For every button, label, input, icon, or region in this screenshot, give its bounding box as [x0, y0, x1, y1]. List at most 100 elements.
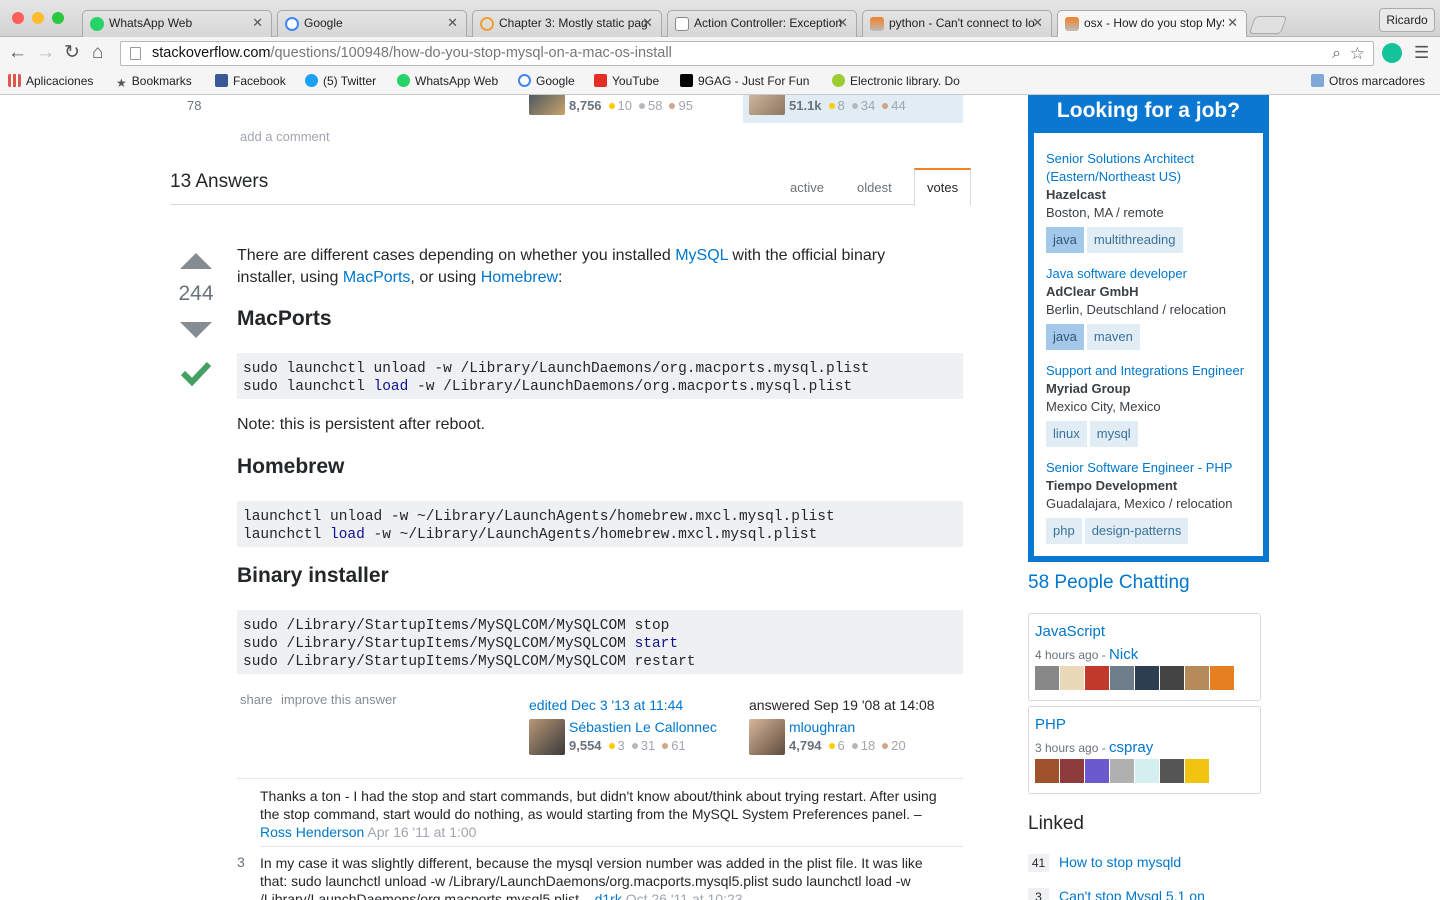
comment-score: 78	[187, 98, 202, 113]
tab-oldest[interactable]: oldest	[857, 180, 892, 195]
tag[interactable]: php	[1046, 518, 1082, 544]
tag[interactable]: design-patterns	[1084, 518, 1189, 544]
tag[interactable]: maven	[1086, 324, 1140, 350]
other-bookmarks[interactable]: Otros marcadores	[1311, 74, 1425, 89]
code-block: sudo /Library/StartupItems/MySQLCOM/MySQ…	[237, 610, 963, 674]
job-title-link[interactable]: Java software developer	[1046, 266, 1187, 281]
back-icon[interactable]: ←	[8, 43, 27, 63]
bookmark-item[interactable]: Aplicaciones	[8, 74, 93, 89]
job-title-link[interactable]: Support and Integrations Engineer	[1046, 363, 1244, 378]
forward-icon[interactable]: →	[36, 43, 55, 63]
chat-room-link[interactable]: PHP	[1035, 716, 1066, 733]
divider	[170, 204, 970, 205]
mysql-link[interactable]: MySQL	[675, 247, 728, 264]
bookmark-item[interactable]: WhatsApp Web	[397, 74, 498, 89]
bookmark-item[interactable]: Google	[518, 74, 575, 89]
close-tab-icon[interactable]: ✕	[447, 15, 458, 31]
home-icon[interactable]: ⌂	[92, 43, 103, 63]
avatar[interactable]	[1210, 666, 1234, 690]
tag[interactable]: java	[1046, 227, 1084, 253]
improve-answer-link[interactable]: improve this answer	[281, 692, 397, 707]
add-comment-link[interactable]: add a comment	[240, 129, 330, 144]
bookmark-item[interactable]: Facebook	[215, 74, 286, 89]
grammarly-extension-icon[interactable]	[1382, 43, 1402, 63]
linked-question[interactable]: 41 How to stop mysqld	[1028, 854, 1181, 872]
avatar[interactable]	[1185, 666, 1209, 690]
close-tab-icon[interactable]: ✕	[1227, 15, 1238, 31]
close-tab-icon[interactable]: ✕	[837, 15, 848, 31]
tag[interactable]: java	[1046, 324, 1084, 350]
avatar[interactable]	[529, 95, 565, 115]
job-title-link[interactable]: Senior Software Engineer - PHP	[1046, 460, 1232, 475]
avatar[interactable]	[1035, 666, 1059, 690]
author-name-link[interactable]: mloughran	[789, 719, 855, 735]
avatar[interactable]	[1085, 666, 1109, 690]
chat-room-link[interactable]: JavaScript	[1035, 623, 1105, 640]
chat-user-link[interactable]: cspray	[1109, 739, 1153, 756]
avatar[interactable]	[1060, 666, 1084, 690]
note-text: Note: this is persistent after reboot.	[237, 416, 486, 433]
comment-user-link[interactable]: Ross Henderson	[260, 824, 364, 840]
chat-room[interactable]: JavaScript 4 hours ago - Nick	[1028, 613, 1261, 701]
bookmark-item[interactable]: Electronic library. Do	[832, 74, 964, 89]
avatar[interactable]	[1135, 666, 1159, 690]
chat-room[interactable]: PHP 3 hours ago - cspray	[1028, 706, 1261, 794]
browser-tab[interactable]: Google ✕	[277, 10, 467, 37]
linked-question[interactable]: 3 Can't stop Mysql 5.1 on	[1028, 888, 1205, 900]
macports-link[interactable]: MacPorts	[343, 269, 411, 286]
close-window-button[interactable]	[12, 12, 24, 24]
profile-button[interactable]: Ricardo	[1379, 8, 1435, 32]
homebrew-link[interactable]: Homebrew	[481, 269, 558, 286]
avatar[interactable]	[1110, 666, 1134, 690]
chat-title-link[interactable]: 58 People Chatting	[1028, 572, 1190, 594]
new-tab-button[interactable]	[1248, 16, 1288, 34]
close-tab-icon[interactable]: ✕	[1032, 15, 1043, 31]
avatar[interactable]	[1135, 759, 1159, 783]
comment: Thanks a ton - I had the stop and start …	[260, 788, 937, 840]
job-title-link[interactable]: Senior Solutions Architect (Eastern/Nort…	[1046, 151, 1194, 184]
zoom-window-button[interactable]	[52, 12, 64, 24]
tab-votes-label[interactable]: votes	[927, 180, 958, 195]
avatar[interactable]	[749, 95, 785, 115]
address-bar[interactable]: stackoverflow.com/questions/100948/how-d…	[120, 41, 1374, 66]
section-heading: Binary installer	[237, 564, 389, 587]
avatar[interactable]	[1110, 759, 1134, 783]
avatar[interactable]	[1085, 759, 1109, 783]
browser-tab[interactable]: python - Can't connect to lo ✕	[862, 10, 1052, 37]
avatar[interactable]	[749, 719, 785, 755]
close-tab-icon[interactable]: ✕	[252, 15, 263, 31]
menu-icon[interactable]: ☰	[1414, 43, 1429, 63]
bookmark-item[interactable]: (5) Twitter	[305, 74, 376, 89]
close-tab-icon[interactable]: ✕	[642, 15, 653, 31]
avatar[interactable]	[1160, 666, 1184, 690]
avatar[interactable]	[529, 719, 565, 755]
chat-user-link[interactable]: Nick	[1109, 646, 1138, 663]
tag[interactable]: linux	[1046, 421, 1087, 447]
bookmark-item[interactable]: ★ Bookmarks	[116, 74, 192, 90]
browser-tab[interactable]: Action Controller: Exception ✕	[667, 10, 857, 37]
avatar[interactable]	[1035, 759, 1059, 783]
browser-tab-active[interactable]: osx - How do you stop MyS ✕	[1057, 10, 1247, 38]
browser-tab[interactable]: Chapter 3: Mostly static pag ✕	[472, 10, 662, 37]
editor-name-link[interactable]: Sébastien Le Callonnec	[569, 719, 717, 735]
tab-active[interactable]: active	[790, 180, 824, 195]
downvote-icon[interactable]	[180, 322, 212, 338]
browser-tab[interactable]: WhatsApp Web ✕	[82, 10, 272, 37]
edited-date-link[interactable]: edited Dec 3 '13 at 11:44	[529, 697, 683, 713]
tag[interactable]: mysql	[1089, 421, 1138, 447]
comment-user-link[interactable]: d1rk	[595, 891, 622, 900]
section-heading: Homebrew	[237, 455, 345, 478]
bookmark-star-icon[interactable]: ☆	[1350, 42, 1365, 65]
avatar[interactable]	[1160, 759, 1184, 783]
bookmark-item[interactable]: YouTube	[594, 74, 659, 89]
tag[interactable]: multithreading	[1086, 227, 1183, 253]
minimize-window-button[interactable]	[32, 12, 44, 24]
reload-icon[interactable]: ↻	[64, 43, 80, 63]
share-link[interactable]: share	[240, 692, 273, 707]
avatar[interactable]	[1060, 759, 1084, 783]
upvote-icon[interactable]	[180, 253, 212, 269]
zoom-icon[interactable]: ⌕	[1332, 42, 1341, 65]
bookmark-item[interactable]: 9GAG - Just For Fun	[680, 74, 809, 89]
google-icon	[518, 74, 531, 87]
avatar[interactable]	[1185, 759, 1209, 783]
